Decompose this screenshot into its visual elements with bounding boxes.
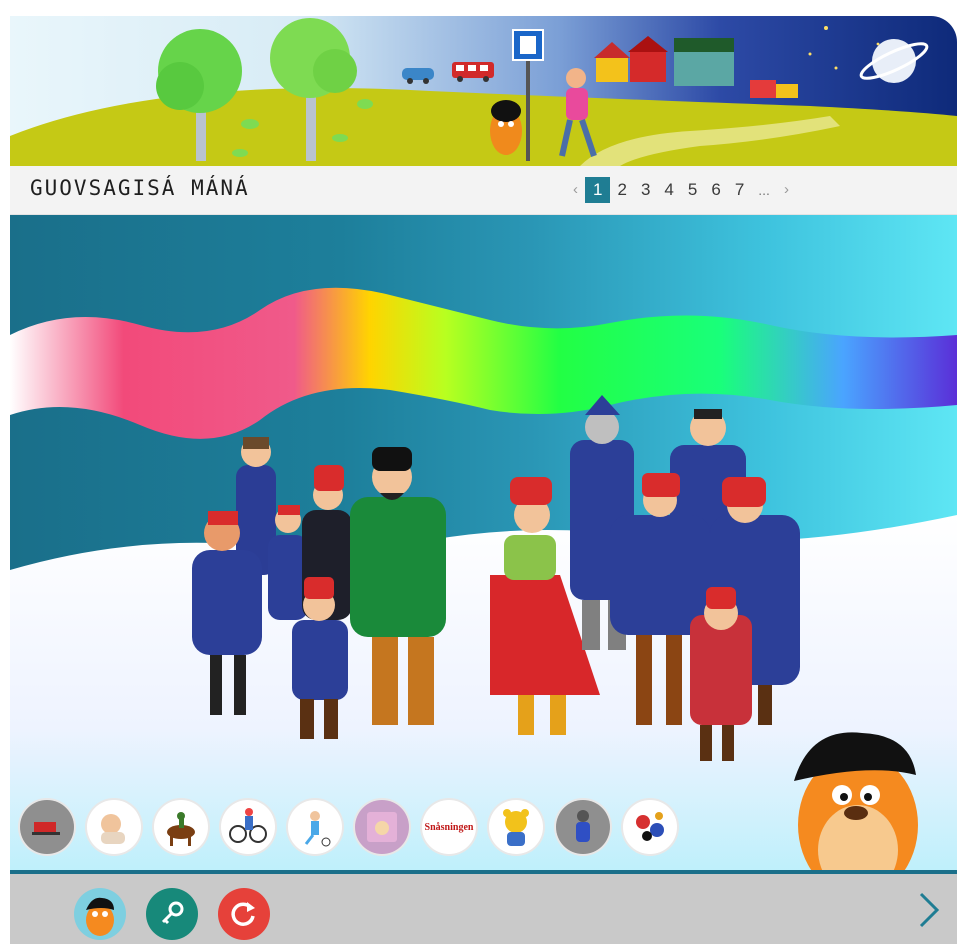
houses-icon [594,36,798,98]
key-button[interactable] [146,888,198,940]
mascot-icon [490,100,522,155]
footer-toolbar [10,870,957,944]
page-button-1[interactable]: 1 [585,177,611,203]
refresh-icon [231,902,255,926]
thumb-sled-icon[interactable] [20,800,74,854]
stars [808,26,880,70]
title-bar: GUOVSAGISÁ MÁNÁ ‹ 1 2 3 4 5 6 7 ... › [10,166,957,215]
header-banner [10,16,957,166]
page-button-7[interactable]: 7 [728,177,751,203]
pagination: ‹ 1 2 3 4 5 6 7 ... › [566,176,796,204]
next-button[interactable] [913,890,943,930]
thumb-bear-icon[interactable] [489,800,543,854]
thumb-cyclist-icon[interactable] [221,800,275,854]
main-illustration [10,215,957,870]
page-button-2[interactable]: 2 [610,177,633,203]
page-button-4[interactable]: 4 [657,177,680,203]
thumb-baby-icon[interactable] [87,800,141,854]
page-button-5[interactable]: 5 [681,177,704,203]
bus-icon [452,62,494,82]
thumb-book-icon[interactable] [355,800,409,854]
planet-icon [859,39,929,83]
page-title: GUOVSAGISÁ MÁNÁ [30,176,250,200]
prev-page-button[interactable]: ‹ [566,177,585,203]
mascot-avatar[interactable] [74,888,126,940]
chevron-right-icon [919,892,940,928]
key-icon [161,901,184,925]
thumb-child-snow-icon[interactable] [556,800,610,854]
thumb-snasningen-label: Snåsningen [424,821,474,833]
refresh-button[interactable] [218,888,270,940]
thumb-horse-rider-icon[interactable] [154,800,208,854]
page-button-3[interactable]: 3 [634,177,657,203]
thumb-football-icon[interactable] [288,800,342,854]
thumb-snasningen[interactable]: Snåsningen [422,800,476,854]
mascot-character [794,732,918,870]
car-icon [402,68,434,84]
thumbnail-row: Snåsningen [20,800,677,854]
page-button-6[interactable]: 6 [704,177,727,203]
next-page-button[interactable]: › [777,177,796,203]
pagination-ellipsis[interactable]: ... [751,177,777,203]
aurora [10,287,957,439]
thumb-cartoon-icon[interactable] [623,800,677,854]
